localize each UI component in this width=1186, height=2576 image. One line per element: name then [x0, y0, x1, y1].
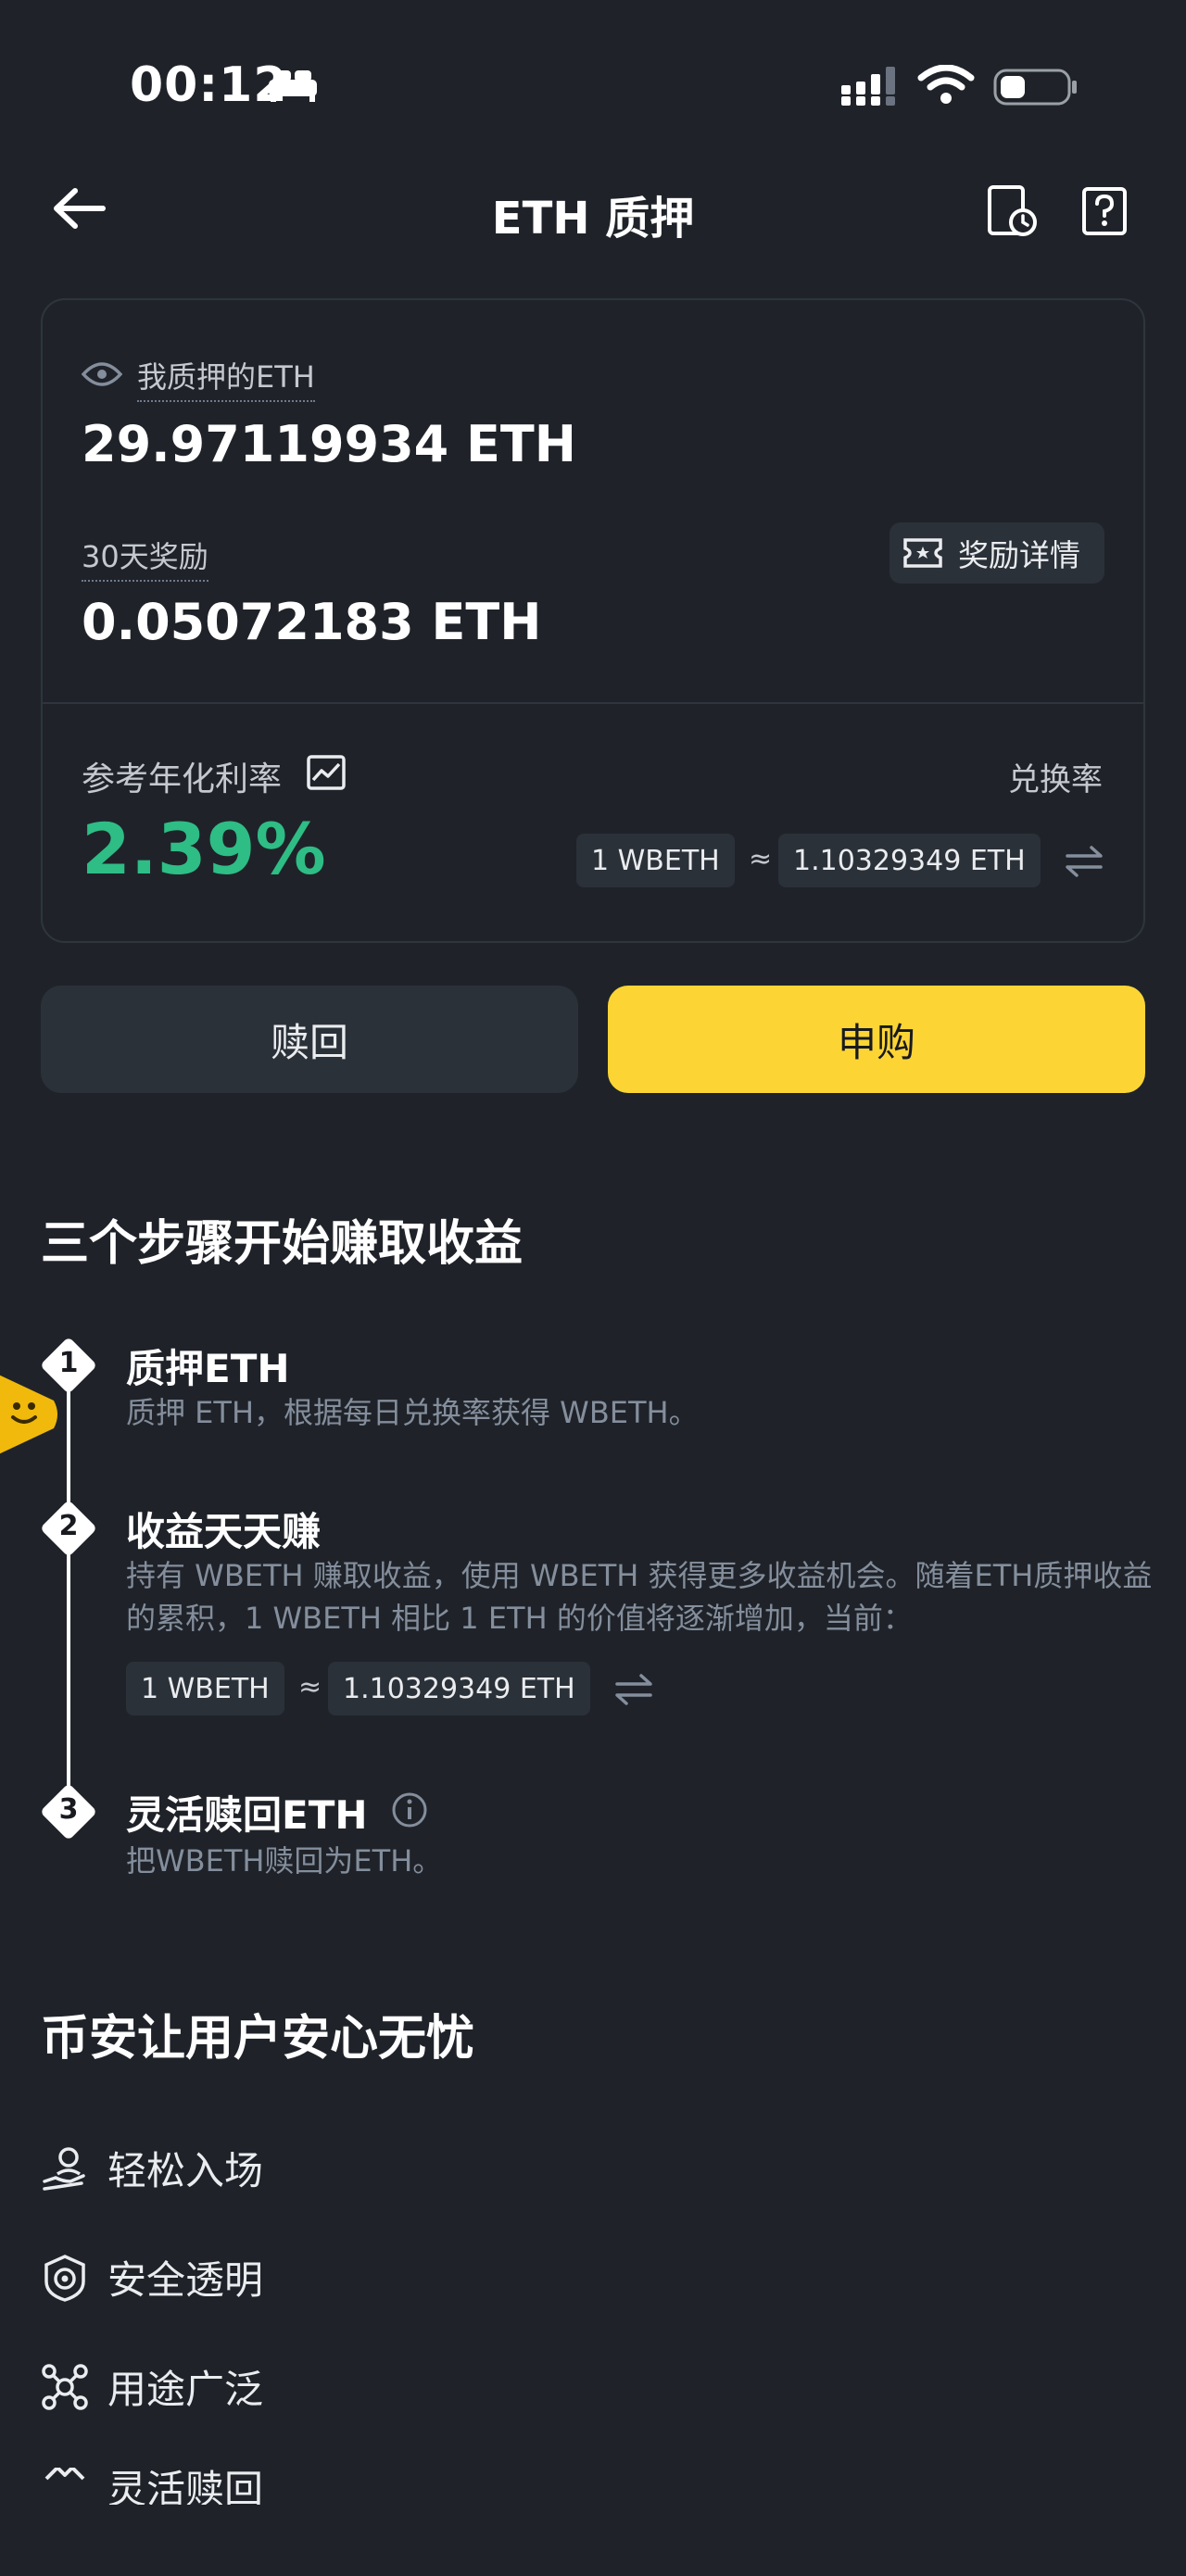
feature-label: 安全透明 [107, 2257, 264, 2303]
step-3-description: 把WBETH赎回为ETH。 [126, 1843, 443, 1879]
question-icon [1082, 187, 1127, 235]
feature-label: 轻松入场 [107, 2148, 264, 2193]
step-2-description: 持有 WBETH 赚取收益，使用 WBETH 获得更多收益机会。随着ETH质押收… [126, 1558, 1153, 1636]
rate-eth-chip: 1.10329349 ETH [778, 834, 1041, 887]
approx-symbol: ≈ [749, 843, 773, 875]
document-clock-icon [988, 185, 1037, 236]
feature-item-wide-use[interactable]: 用途广泛 [41, 2358, 263, 2415]
redeem-icon [44, 2468, 85, 2481]
shield-target-icon [44, 2254, 85, 2302]
feature-label: 灵活赎回 [107, 2468, 264, 2505]
reward-30d-label[interactable]: 30天奖励 [82, 534, 208, 582]
feature-label: 用途广泛 [107, 2367, 264, 2412]
chart-icon[interactable] [306, 754, 347, 795]
exchange-rate-label: 兑换率 [1008, 761, 1103, 798]
swap-icon[interactable] [1064, 845, 1104, 882]
safety-section-title: 币安让用户安心无忧 [41, 2011, 475, 2067]
battery-icon [993, 67, 1079, 111]
reward-30d-value: 0.05072183 ETH [82, 593, 542, 651]
wifi-icon [917, 64, 975, 109]
hand-user-icon [43, 2146, 85, 2191]
redeem-button[interactable]: 赎回 [41, 986, 578, 1093]
feature-item-secure-transparent[interactable]: 安全透明 [41, 2249, 263, 2306]
steps-timeline [67, 1371, 70, 1812]
step-1-number: 1 [58, 1347, 79, 1379]
cellular-signal-icon [839, 67, 901, 111]
step-3-title: 灵活赎回ETH [126, 1792, 368, 1838]
feature-item-flexible-redeem[interactable]: 灵活赎回 [41, 2468, 263, 2505]
feature-item-easy-entry[interactable]: 轻松入场 [41, 2140, 263, 2196]
steps-section-title: 三个步骤开始赚取收益 [41, 1216, 524, 1272]
subscribe-button[interactable]: 申购 [608, 986, 1145, 1093]
eye-icon[interactable] [81, 359, 123, 393]
info-icon[interactable] [391, 1791, 428, 1832]
help-button[interactable] [1080, 185, 1132, 237]
reward-detail-label: 奖励详情 [958, 537, 1080, 573]
step-2-number: 2 [58, 1510, 79, 1542]
step-2-rate-eth-chip: 1.10329349 ETH [328, 1662, 590, 1715]
step-2-rate-wbeth-chip: 1 WBETH [126, 1662, 284, 1715]
ticket-star-icon [903, 538, 942, 568]
card-divider [43, 702, 1143, 704]
swap-icon[interactable] [613, 1673, 654, 1710]
step-2-title: 收益天天赚 [126, 1509, 322, 1554]
history-button[interactable] [986, 183, 1038, 239]
step-1-description: 质押 ETH，根据每日兑换率获得 WBETH。 [126, 1395, 699, 1430]
step-2-approx-symbol: ≈ [298, 1671, 322, 1703]
staked-eth-label[interactable]: 我质押的ETH [137, 354, 315, 402]
apr-label: 参考年化利率 [82, 760, 283, 798]
reward-detail-button[interactable]: 奖励详情 [890, 522, 1104, 584]
step-3-number: 3 [58, 1793, 79, 1826]
rate-wbeth-chip: 1 WBETH [576, 834, 735, 887]
status-time: 00:12 [130, 57, 288, 113]
staked-eth-value: 29.97119934 ETH [82, 415, 576, 473]
network-icon [42, 2363, 88, 2410]
sleep-focus-icon [267, 67, 319, 107]
step-1-title: 质押ETH [126, 1346, 290, 1391]
apr-value: 2.39% [82, 808, 326, 890]
